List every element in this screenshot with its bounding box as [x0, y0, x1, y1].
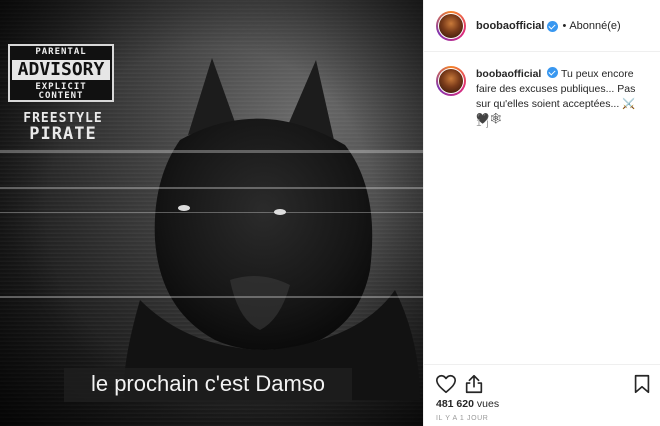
action-bar — [424, 364, 660, 400]
follow-status-button[interactable]: Abonné(e) — [569, 20, 620, 32]
avatar[interactable] — [436, 10, 466, 41]
header-username[interactable]: boobaofficial — [476, 20, 544, 32]
instagram-post: PARENTAL ADVISORY EXPLICIT CONTENT FREES… — [0, 0, 660, 426]
comment-username[interactable]: boobaofficial — [476, 68, 541, 80]
avatar-image — [439, 69, 463, 93]
dog-silhouette — [124, 58, 420, 400]
video-subtitle: le prochain c'est Damso — [90, 371, 326, 396]
view-count[interactable]: 481 620 vues — [436, 398, 499, 410]
scanline-glitch — [0, 296, 423, 298]
post-header: boobaofficial • Abonné(e) — [424, 0, 660, 52]
advisory-top-text: PARENTAL — [35, 47, 87, 57]
avatar-ring-inner — [438, 12, 464, 39]
verified-icon — [547, 67, 559, 78]
avatar-ring-inner — [438, 68, 464, 94]
heart-icon[interactable] — [435, 373, 457, 395]
post-sidebar: boobaofficial • Abonné(e) boobaofficial … — [423, 0, 660, 426]
posted-time[interactable]: IL Y A 1 JOUR — [436, 415, 488, 422]
avatar-image — [439, 13, 463, 38]
verified-icon — [547, 21, 559, 32]
view-count-number: 481 620 — [436, 398, 474, 410]
freestyle-line2: PIRATE — [29, 123, 97, 144]
caption-comment: boobaofficial Tu peux encore faire des e… — [436, 66, 650, 127]
parental-advisory-label: PARENTAL ADVISORY EXPLICIT CONTENT — [8, 44, 114, 102]
scanline-glitch — [0, 187, 423, 189]
header-separator: • — [562, 19, 567, 32]
avatar[interactable] — [436, 66, 466, 96]
comment-body: boobaofficial Tu peux encore faire des e… — [476, 66, 648, 127]
comment-timestamp[interactable]: 1 j — [476, 118, 490, 129]
post-video[interactable]: PARENTAL ADVISORY EXPLICIT CONTENT FREES… — [0, 0, 423, 426]
scanline-glitch — [0, 212, 423, 213]
share-icon[interactable] — [463, 373, 485, 395]
advisory-main-text: ADVISORY — [12, 60, 110, 80]
freestyle-title: FREESTYLE PIRATE — [8, 112, 118, 143]
advisory-bottom-text: EXPLICIT CONTENT — [35, 82, 87, 101]
bookmark-icon[interactable] — [631, 373, 653, 395]
scanline-glitch — [0, 150, 423, 153]
view-count-label: vues — [476, 398, 500, 410]
